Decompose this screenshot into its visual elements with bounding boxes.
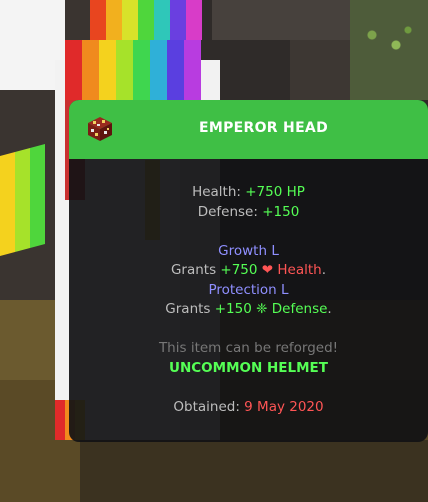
tooltip-body: Health: +750 HP Defense: +150 Growth L G… bbox=[69, 159, 428, 417]
tooltip-header: EMPEROR HEAD bbox=[69, 100, 428, 159]
defense-icon: ❈ bbox=[256, 301, 268, 317]
rainbow-stripes bbox=[90, 0, 202, 40]
item-tooltip: EMPEROR HEAD Health: +750 HP Defense: +1… bbox=[69, 100, 428, 442]
enchant-name: Growth L bbox=[218, 242, 279, 259]
rainbow-stripes bbox=[0, 143, 45, 257]
reforge-note: This item can be reforged! bbox=[158, 340, 339, 356]
stat-defense: Defense: +150 bbox=[197, 203, 300, 220]
stat-health: Health: +750 HP bbox=[192, 184, 305, 200]
item-title: EMPEROR HEAD bbox=[199, 120, 328, 136]
floor-shadow bbox=[80, 440, 428, 502]
rarity-label: UNCOMMON HELMET bbox=[169, 359, 328, 376]
enchant-description: Grants +750 ❤ Health. bbox=[170, 262, 327, 278]
enchant-name: Protection L bbox=[208, 281, 289, 298]
enchant-description: Grants +150 ❈ Defense. bbox=[165, 301, 332, 317]
grass-texture bbox=[360, 20, 420, 70]
heart-icon: ❤ bbox=[261, 262, 274, 278]
obtained-date: Obtained: 9 May 2020 bbox=[173, 398, 324, 415]
rainbow-stripes bbox=[65, 40, 201, 100]
